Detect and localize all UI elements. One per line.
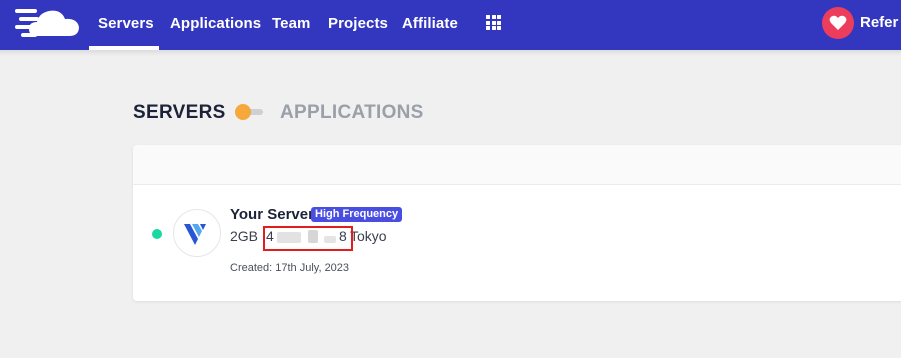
card-header — [133, 145, 901, 185]
nav-projects[interactable]: Projects — [328, 15, 388, 32]
vultr-logo-icon[interactable] — [173, 209, 221, 257]
applications-title[interactable]: APPLICATIONS — [280, 102, 424, 124]
ip-highlight-box — [263, 226, 353, 251]
server-location: Tokyo — [350, 228, 387, 244]
nav-affiliate[interactable]: Affiliate — [402, 15, 458, 32]
top-navbar: Servers Applications Team Projects Affil… — [0, 0, 901, 50]
servers-title[interactable]: SERVERS — [133, 102, 226, 124]
view-switch[interactable] — [235, 104, 263, 120]
nav-servers[interactable]: Servers — [98, 15, 154, 32]
cloud-logo-icon[interactable] — [15, 5, 81, 39]
heart-icon — [822, 7, 854, 39]
status-running-icon — [152, 229, 162, 239]
refer-label: Refer & — [860, 14, 901, 31]
nav-applications[interactable]: Applications — [170, 15, 261, 32]
server-size: 2GB — [230, 228, 259, 244]
grid-icon[interactable] — [486, 15, 501, 30]
created-date: Created: 17th July, 2023 — [230, 262, 350, 274]
navbar-shadow — [0, 50, 901, 56]
nav-team[interactable]: Team — [272, 15, 310, 32]
server-card — [133, 145, 901, 301]
switch-knob — [235, 104, 251, 120]
high-frequency-badge: High Frequency — [311, 207, 403, 222]
server-name[interactable]: Your Server — [230, 206, 314, 223]
